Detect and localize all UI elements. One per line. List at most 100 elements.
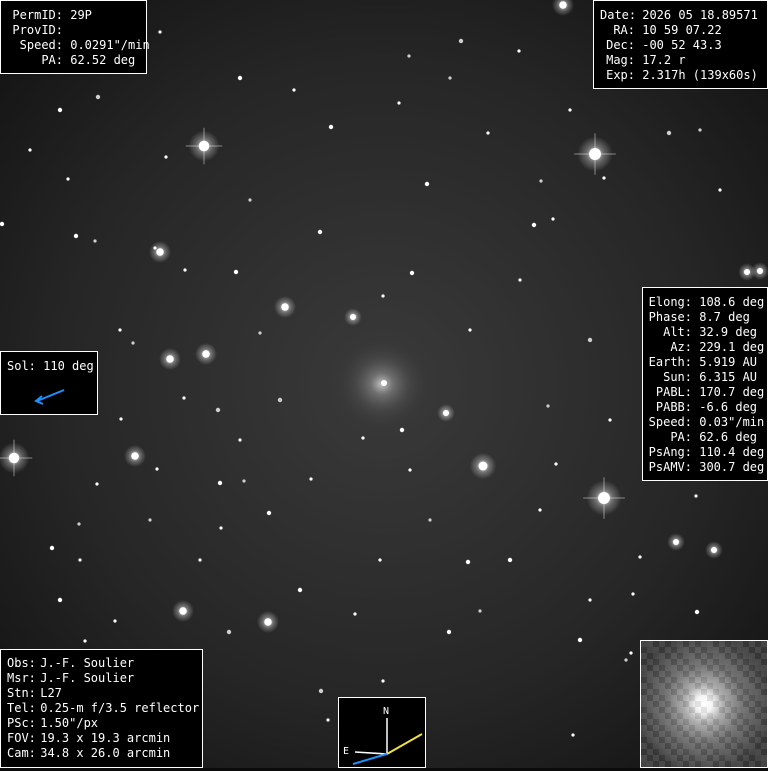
bright-star <box>443 410 449 416</box>
zoom-pixel <box>719 761 725 767</box>
sol-value: 110 deg <box>43 359 94 373</box>
zoom-pixel <box>647 695 653 701</box>
earth-label: Earth: <box>648 355 692 369</box>
pabl-value: 170.7 deg <box>699 385 765 399</box>
zoom-pixel <box>683 647 689 653</box>
zoom-pixel <box>695 641 701 647</box>
zoom-pixel <box>731 647 737 653</box>
zoom-pixel <box>665 647 671 653</box>
az-label: Az: <box>670 340 692 354</box>
zoom-pixel <box>713 701 719 707</box>
zoom-pixel <box>683 749 689 755</box>
zoom-pixel <box>653 743 659 749</box>
cam-value: 34.8 x 26.0 arcmin <box>40 746 171 760</box>
zoom-pixel <box>647 737 653 743</box>
zoom-pixel <box>671 647 677 653</box>
zoom-pixel <box>653 647 659 653</box>
zoom-pixel <box>683 743 689 749</box>
zoom-pixel <box>683 653 689 659</box>
zoom-pixel <box>713 725 719 731</box>
zoom-pixel <box>719 641 725 647</box>
zoom-pixel <box>761 695 767 701</box>
zoom-pixel <box>701 641 707 647</box>
zoom-pixel <box>647 647 653 653</box>
zoom-pixel <box>653 689 659 695</box>
zoom-pixel <box>749 689 755 695</box>
zoom-pixel <box>653 725 659 731</box>
zoom-pixel <box>665 743 671 749</box>
phase-label: Phase: <box>648 310 692 324</box>
zoom-pixel <box>755 755 761 761</box>
zoom-pixel <box>677 683 683 689</box>
zoom-pixel <box>737 665 743 671</box>
zoom-pixel <box>701 659 707 665</box>
zoom-pixel <box>737 647 743 653</box>
zoom-pixel <box>641 761 647 767</box>
star <box>602 176 606 180</box>
psamv-value: 300.7 deg <box>699 460 765 474</box>
bright-star <box>8 452 20 464</box>
zoom-pixel <box>725 713 731 719</box>
zoom-pixel <box>677 647 683 653</box>
zoom-pixel <box>755 731 761 737</box>
zoom-pixel <box>677 737 683 743</box>
zoom-pixel <box>725 755 731 761</box>
zoom-pixel <box>665 677 671 683</box>
star <box>381 294 385 298</box>
pabl-label: PABL: <box>655 385 692 399</box>
zoom-pixel <box>749 761 755 767</box>
zoom-pixel <box>647 755 653 761</box>
star <box>328 124 334 130</box>
zoom-pixel <box>641 641 647 647</box>
sun-direction-panel: Sol: 110 deg <box>0 351 98 415</box>
zoom-pixel <box>683 683 689 689</box>
zoom-pixel <box>707 677 713 683</box>
star <box>694 609 700 615</box>
star <box>577 637 583 643</box>
star <box>297 587 303 593</box>
zoom-pixel <box>731 719 737 725</box>
zoom-pixel <box>653 761 659 767</box>
zoom-pixel <box>671 695 677 701</box>
star <box>424 181 430 187</box>
zoom-pixel <box>677 689 683 695</box>
zoom-pixel <box>647 749 653 755</box>
zoom-pixel <box>719 677 725 683</box>
star <box>448 76 452 80</box>
nucleus-zoom-inset <box>640 640 768 768</box>
stn-value: L27 <box>40 686 62 700</box>
star <box>95 94 101 100</box>
zoom-pixel <box>701 731 707 737</box>
zoom-pixel <box>719 695 725 701</box>
star <box>397 101 401 105</box>
zoom-pixel <box>719 731 725 737</box>
zoom-pixel <box>653 683 659 689</box>
obs-value: J.-F. Soulier <box>40 656 135 670</box>
zoom-pixel <box>725 701 731 707</box>
zoom-pixel <box>707 659 713 665</box>
zoom-pixel <box>749 731 755 737</box>
star <box>258 331 262 335</box>
star <box>248 198 252 202</box>
zoom-pixel <box>671 641 677 647</box>
psc-value: 1.50"/px <box>40 716 99 730</box>
zoom-pixel <box>707 749 713 755</box>
zoom-pixel <box>647 689 653 695</box>
star <box>242 479 246 483</box>
zoom-pixel <box>743 653 749 659</box>
zoom-pixel <box>713 659 719 665</box>
zoom-pixel <box>641 719 647 725</box>
tel-label: Tel: <box>7 701 36 715</box>
zoom-pixel <box>701 665 707 671</box>
zoom-pixel <box>641 653 647 659</box>
zoom-pixel <box>725 749 731 755</box>
zoom-pixel <box>731 713 737 719</box>
zoom-pixel <box>695 701 701 707</box>
star <box>465 559 471 565</box>
zoom-pixel <box>671 659 677 665</box>
zoom-pixel <box>731 749 737 755</box>
star <box>78 558 82 562</box>
zoom-pixel <box>689 695 695 701</box>
zoom-pixel <box>749 665 755 671</box>
bright-star <box>179 607 187 615</box>
